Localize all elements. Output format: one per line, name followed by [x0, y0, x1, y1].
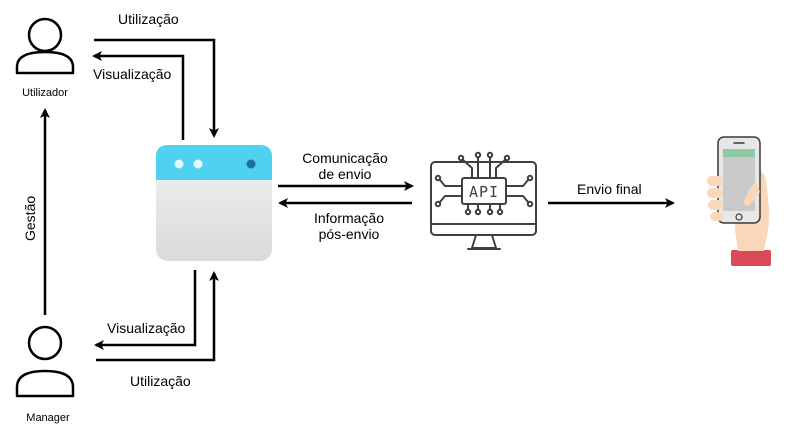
app-window-icon [156, 145, 272, 261]
label-management: Gestão [22, 195, 38, 241]
label-comm-line2: de envio [318, 166, 372, 182]
arrow-top-use [94, 38, 219, 138]
actor-label-utilizador: Utilizador [22, 87, 68, 99]
label-comm-line1: Comunicação [302, 150, 388, 166]
label-top-use: Utilização [118, 11, 179, 27]
api-chip-label: API [469, 183, 499, 201]
arrow-bottom-use [96, 271, 219, 362]
actor-label-manager: Manager [26, 412, 70, 424]
label-info-line2: pós-envio [318, 226, 380, 242]
label-bottom-view: Visualização [107, 320, 186, 336]
label-final: Envio final [577, 181, 642, 197]
diagram-canvas: API Utilizador Manager Utilização Visual… [0, 0, 803, 427]
user-icon-bottom [15, 325, 75, 398]
user-icon-top [15, 17, 75, 75]
label-top-view: Visualização [93, 66, 172, 82]
hand-phone-icon [707, 136, 771, 266]
label-bottom-use: Utilização [130, 373, 191, 389]
label-info-line1: Informação [313, 210, 385, 226]
